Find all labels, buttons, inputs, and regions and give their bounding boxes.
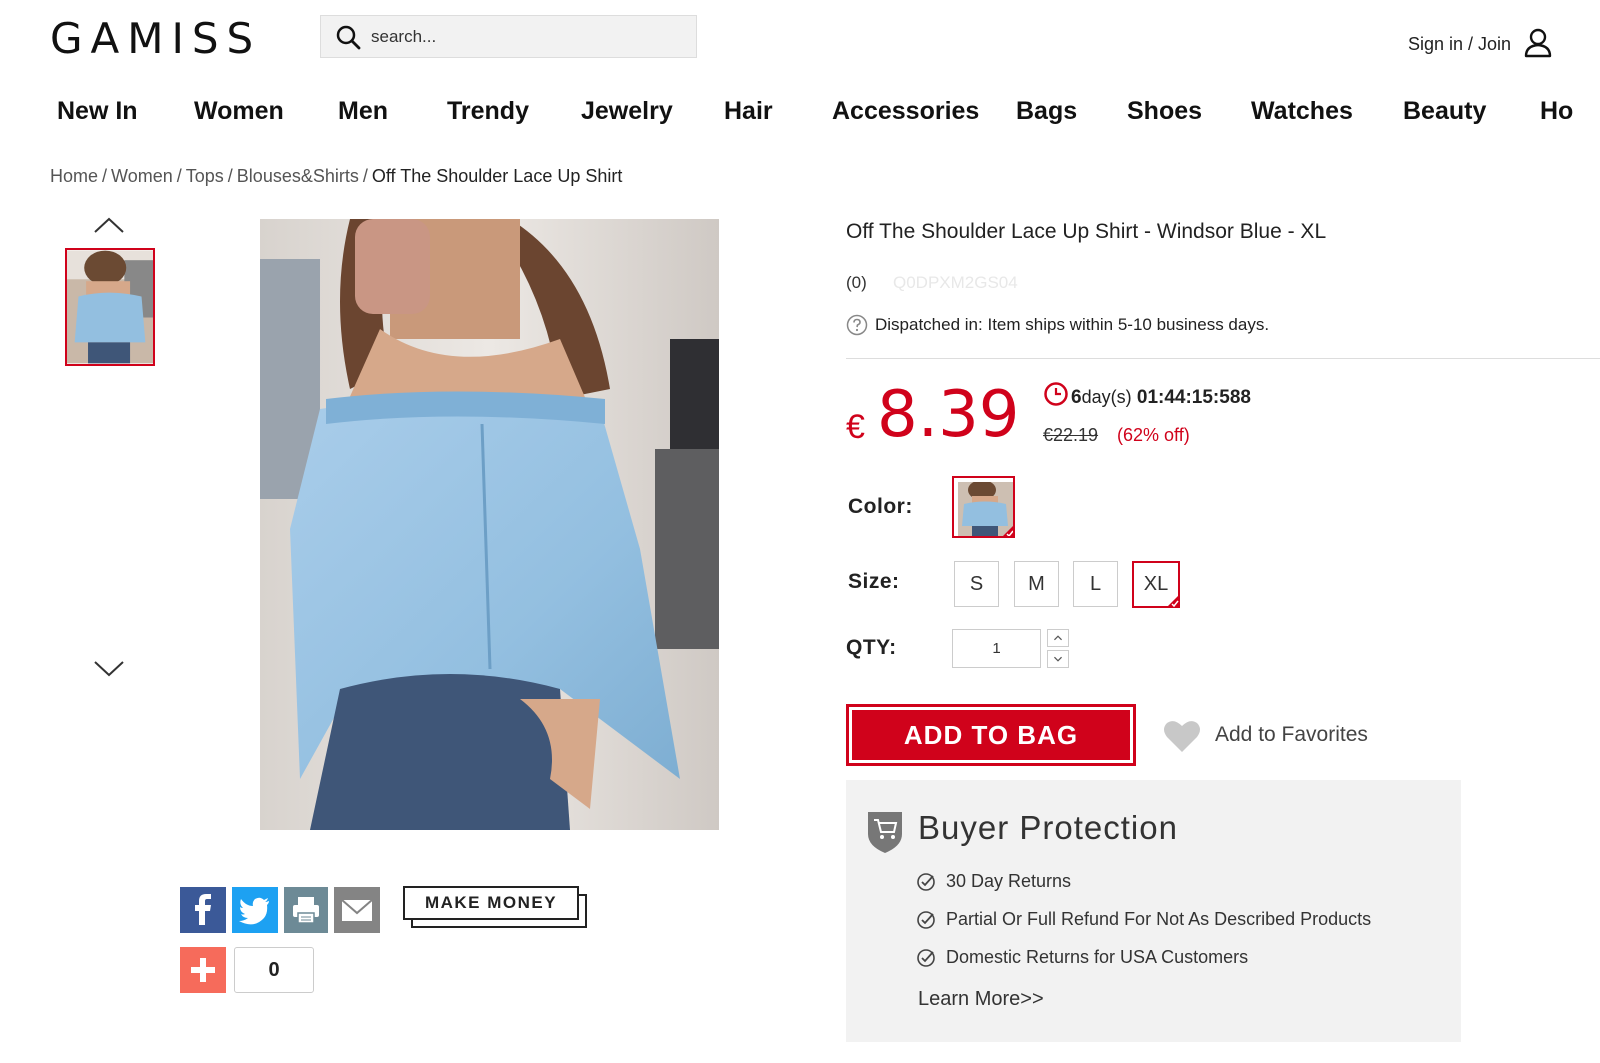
size-option-xl-label: XL [1143, 573, 1169, 595]
main-nav: New In Women Men Trendy Jewelry Hair Acc… [0, 97, 1600, 141]
size-option-m[interactable]: M [1014, 561, 1059, 607]
add-to-favorites-link[interactable]: Add to Favorites [1215, 723, 1368, 747]
breadcrumb-tops[interactable]: Tops [186, 166, 224, 186]
thumbnail-image [67, 250, 153, 364]
countdown-timer: 6day(s) 01:44:15:588 [1071, 387, 1251, 409]
share-count: 0 [234, 947, 314, 993]
nav-item-women[interactable]: Women [194, 97, 284, 126]
size-option-s[interactable]: S [954, 561, 999, 607]
review-count[interactable]: (0) [846, 273, 867, 293]
chevron-up-icon [1054, 635, 1062, 641]
nav-item-beauty[interactable]: Beauty [1403, 97, 1486, 126]
shield-cart-icon [868, 812, 902, 853]
size-option-xl[interactable]: XL [1132, 561, 1180, 608]
print-icon [293, 897, 319, 924]
facebook-icon [195, 894, 211, 925]
question-icon[interactable] [846, 314, 868, 336]
dispatch-label: Dispatched in: [875, 315, 983, 334]
color-swatch-windsor-blue[interactable] [952, 476, 1015, 538]
check-circle-icon [917, 872, 935, 891]
protection-item-label: Domestic Returns for USA Customers [946, 947, 1249, 967]
countdown-days: 6 [1071, 387, 1082, 408]
nav-item-men[interactable]: Men [338, 97, 388, 126]
selected-check-icon [1166, 594, 1180, 608]
original-price: €22.19 [1043, 425, 1099, 445]
breadcrumb-separator: / [362, 166, 368, 186]
user-icon[interactable] [1522, 26, 1554, 58]
search-bar[interactable] [320, 15, 697, 58]
breadcrumb-women[interactable]: Women [111, 166, 173, 186]
make-money-label: MAKE MONEY [403, 886, 579, 920]
product-photo [260, 219, 719, 830]
countdown-day-label: day(s) [1081, 387, 1132, 407]
nav-item-trendy[interactable]: Trendy [447, 97, 529, 126]
chevron-down-icon [1054, 656, 1062, 662]
nav-item-watches[interactable]: Watches [1251, 97, 1353, 126]
email-share-button[interactable] [334, 887, 380, 933]
facebook-share-button[interactable] [180, 887, 226, 933]
email-icon [341, 899, 373, 921]
chevron-down-icon[interactable] [93, 658, 125, 680]
nav-item-jewelry[interactable]: Jewelry [581, 97, 673, 126]
price-currency: € [846, 408, 865, 446]
twitter-share-button[interactable] [232, 887, 278, 933]
countdown-time: 01:44:15:588 [1136, 387, 1251, 408]
product-thumbnail[interactable] [65, 248, 155, 366]
dispatch-info: Dispatched in: Item ships within 5-10 bu… [846, 314, 1269, 336]
breadcrumb-home[interactable]: Home [50, 166, 98, 186]
sign-in-link[interactable]: Sign in / Join [1408, 34, 1511, 55]
make-money-button[interactable]: MAKE MONEY [403, 886, 587, 928]
plus-icon [191, 958, 215, 982]
breadcrumb-separator: / [176, 166, 182, 186]
color-label: Color: [848, 495, 913, 518]
clock-icon [1044, 382, 1068, 406]
protection-item-label: 30 Day Returns [946, 871, 1072, 891]
dispatch-text: Item ships within 5-10 business days. [987, 315, 1270, 334]
check-circle-icon [917, 948, 935, 967]
nav-item-bags[interactable]: Bags [1016, 97, 1077, 126]
search-input[interactable] [371, 26, 671, 47]
quantity-increase-button[interactable] [1047, 629, 1069, 647]
main-product-image[interactable] [260, 219, 719, 830]
protection-item-label: Partial Or Full Refund For Not As Descri… [946, 909, 1372, 929]
size-label: Size: [848, 570, 900, 593]
check-circle-icon [917, 910, 935, 929]
learn-more-link[interactable]: Learn More>> [918, 988, 1044, 1011]
quantity-input[interactable] [952, 629, 1041, 668]
product-title: Off The Shoulder Lace Up Shirt - Windsor… [846, 220, 1327, 243]
selected-check-icon [1003, 526, 1013, 536]
nav-item-accessories[interactable]: Accessories [832, 97, 979, 126]
quantity-decrease-button[interactable] [1047, 650, 1069, 668]
qty-label: QTY: [846, 636, 897, 659]
twitter-icon [239, 897, 269, 925]
add-to-bag-label: ADD TO BAG [852, 710, 1130, 760]
protection-item-domestic: Domestic Returns for USA Customers [916, 947, 1248, 968]
print-button[interactable] [284, 887, 328, 933]
heart-icon[interactable] [1163, 719, 1201, 753]
nav-item-new-in[interactable]: New In [57, 97, 138, 126]
breadcrumb-separator: / [227, 166, 233, 186]
protection-item-returns: 30 Day Returns [916, 871, 1071, 892]
sale-price: 8.39 [877, 378, 1020, 452]
size-option-l[interactable]: L [1073, 561, 1118, 607]
protection-item-refund: Partial Or Full Refund For Not As Descri… [916, 909, 1371, 930]
breadcrumb-separator: / [102, 166, 108, 186]
search-icon[interactable] [335, 24, 361, 50]
nav-item-hair[interactable]: Hair [724, 97, 773, 126]
add-to-bag-button[interactable]: ADD TO BAG [846, 704, 1136, 766]
chevron-up-icon[interactable] [93, 214, 125, 236]
breadcrumb: Home / Women / Tops / Blouses&Shirts / Off The S… [50, 166, 622, 187]
product-sku: Q0DPXM2GS04 [893, 273, 1018, 292]
plus-share-button[interactable] [180, 947, 226, 993]
divider [846, 358, 1600, 359]
breadcrumb-current: Off The Shoulder Lace Up Shirt [371, 166, 623, 186]
gamiss-logo[interactable]: GAMISS [50, 14, 261, 63]
nav-item-shoes[interactable]: Shoes [1127, 97, 1202, 126]
breadcrumb-blouses[interactable]: Blouses&Shirts [237, 166, 359, 186]
nav-item-home[interactable]: Ho [1540, 97, 1573, 126]
discount-percent: (62% off) [1117, 425, 1190, 445]
buyer-protection-title: Buyer Protection [918, 809, 1178, 846]
